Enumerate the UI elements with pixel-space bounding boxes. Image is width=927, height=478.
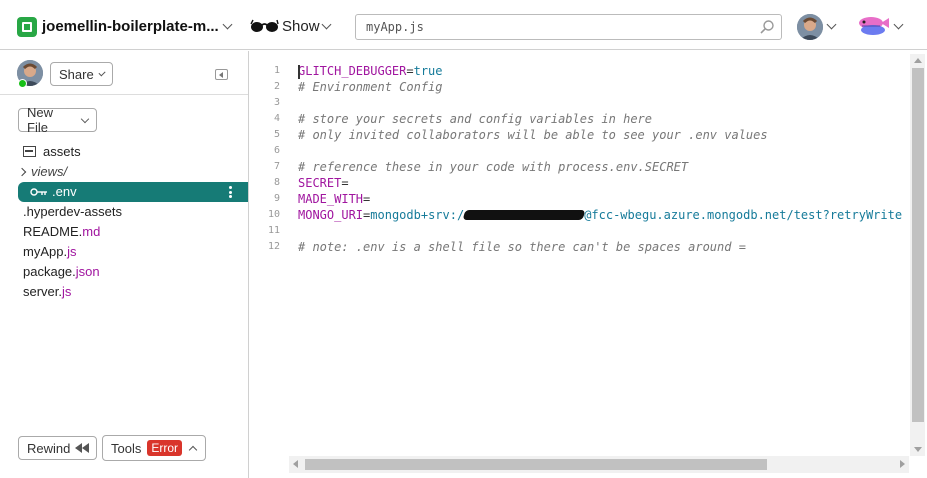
- assets-box-icon: [23, 146, 36, 157]
- file-item-views-folder[interactable]: views/: [0, 162, 248, 182]
- line-number: 10: [267, 209, 280, 220]
- env-var-name: MADE_WITH: [298, 192, 364, 206]
- file-item-assets[interactable]: assets: [0, 142, 248, 162]
- file-name: .env: [52, 184, 77, 199]
- error-badge: Error: [147, 440, 183, 456]
- file-options-kebab-icon[interactable]: [229, 186, 232, 198]
- redacted-credentials: [462, 210, 586, 220]
- fish-logo-icon[interactable]: [856, 13, 890, 39]
- show-chevron-down-icon[interactable]: [321, 19, 332, 30]
- horizontal-scrollbar-thumb[interactable]: [305, 459, 767, 470]
- top-bar: joemellin-boilerplate-m... Show myApp.js: [0, 0, 927, 50]
- operator: =: [363, 192, 371, 206]
- file-name: .hyperdev-assets: [23, 204, 122, 219]
- file-search-input[interactable]: myApp.js: [355, 14, 782, 40]
- file-item-package-json[interactable]: package.json: [0, 262, 248, 282]
- scroll-up-arrow-icon[interactable]: [914, 58, 922, 63]
- file-item-server[interactable]: server.js: [0, 282, 248, 302]
- code-editor[interactable]: 1 GLITCH_DEBUGGER=true 2 # Environment C…: [250, 51, 927, 478]
- rewind-button-label: Rewind: [27, 440, 71, 456]
- share-button-label: Share: [59, 66, 94, 82]
- env-var-name: MONGO_URI: [298, 208, 364, 222]
- sidebar: Share New File assets views/ .env .hyper…: [0, 51, 249, 478]
- new-file-chevron-down-icon: [80, 114, 90, 123]
- scroll-right-arrow-icon[interactable]: [900, 460, 905, 468]
- line-number: 8: [273, 177, 280, 188]
- user-menu-chevron-down-icon[interactable]: [826, 19, 837, 30]
- line-number: 4: [273, 113, 280, 124]
- vertical-scrollbar[interactable]: [910, 54, 925, 456]
- collapse-sidebar-icon[interactable]: [215, 69, 228, 80]
- line-number: 11: [267, 225, 280, 236]
- file-item-env[interactable]: .env: [18, 182, 248, 202]
- new-file-button[interactable]: New File: [18, 105, 97, 135]
- sunglasses-icon[interactable]: [250, 18, 280, 34]
- line-number: 1: [273, 65, 280, 76]
- code-comment: # Environment Config: [298, 80, 443, 94]
- search-input-value: myApp.js: [366, 20, 424, 34]
- horizontal-scrollbar[interactable]: [289, 456, 909, 473]
- tools-button[interactable]: Tools Error: [102, 435, 206, 461]
- glitch-logo-icon[interactable]: [17, 17, 37, 37]
- env-var-name: GLITCH_DEBUGGER: [298, 64, 407, 78]
- line-number: 6: [273, 145, 280, 156]
- rewind-button[interactable]: Rewind: [18, 436, 97, 460]
- share-chevron-down-icon: [98, 68, 106, 77]
- vertical-scrollbar-thumb[interactable]: [912, 68, 924, 422]
- file-name: server.: [23, 284, 63, 299]
- env-var-value: mongodb+srv:/: [370, 208, 465, 222]
- code-comment: # only invited collaborators will be abl…: [298, 128, 768, 142]
- file-item-hyperdev-assets[interactable]: .hyperdev-assets: [0, 202, 248, 222]
- env-var-value: @fcc-wbegu.azure.mongodb.net/test?retryW…: [584, 208, 903, 222]
- line-number: 12: [267, 241, 280, 252]
- env-var-name: SECRET: [298, 176, 342, 190]
- online-status-dot: [18, 79, 27, 88]
- line-number: 3: [273, 97, 280, 108]
- file-tree: assets views/ .env .hyperdev-assets READ…: [0, 142, 248, 302]
- operator: =: [341, 176, 349, 190]
- code-comment: # note: .env is a shell file so there ca…: [298, 240, 746, 254]
- scroll-left-arrow-icon[interactable]: [293, 460, 298, 468]
- show-button[interactable]: Show: [282, 18, 320, 35]
- tools-button-label: Tools: [111, 440, 142, 456]
- file-item-readme[interactable]: README.md: [0, 222, 248, 242]
- new-file-button-label: New File: [27, 105, 54, 135]
- line-number: 7: [273, 161, 280, 172]
- code-comment: # reference these in your code with proc…: [298, 160, 689, 174]
- line-number: 5: [273, 129, 280, 140]
- file-name: assets: [43, 144, 81, 159]
- rewind-icon: [75, 443, 89, 453]
- search-icon[interactable]: [759, 19, 775, 35]
- key-icon: [30, 188, 47, 196]
- env-var-value: true: [413, 64, 443, 78]
- file-name: README.: [23, 224, 83, 239]
- file-item-myapp[interactable]: myApp.js: [0, 242, 248, 262]
- file-extension: js: [62, 284, 72, 299]
- file-extension: json: [75, 264, 100, 279]
- user-avatar[interactable]: [797, 14, 823, 40]
- text-cursor: [298, 65, 300, 79]
- file-extension: js: [67, 244, 77, 259]
- tools-chevron-up-icon: [188, 445, 198, 454]
- file-name: myApp.: [23, 244, 68, 259]
- share-button[interactable]: Share: [50, 62, 113, 86]
- file-extension: md: [82, 224, 101, 239]
- file-name: views/: [31, 164, 68, 179]
- project-menu-chevron-down-icon[interactable]: [222, 19, 233, 30]
- code-comment: # store your secrets and config variable…: [298, 112, 653, 126]
- file-name: package.: [23, 264, 76, 279]
- operator: =: [406, 64, 414, 78]
- line-number: 2: [273, 81, 280, 92]
- community-menu-chevron-down-icon[interactable]: [893, 19, 904, 30]
- folder-chevron-right-icon[interactable]: [17, 167, 27, 177]
- line-number: 9: [273, 193, 280, 204]
- sidebar-divider: [0, 94, 248, 95]
- scroll-down-arrow-icon[interactable]: [914, 447, 922, 452]
- project-name[interactable]: joemellin-boilerplate-m...: [42, 18, 219, 35]
